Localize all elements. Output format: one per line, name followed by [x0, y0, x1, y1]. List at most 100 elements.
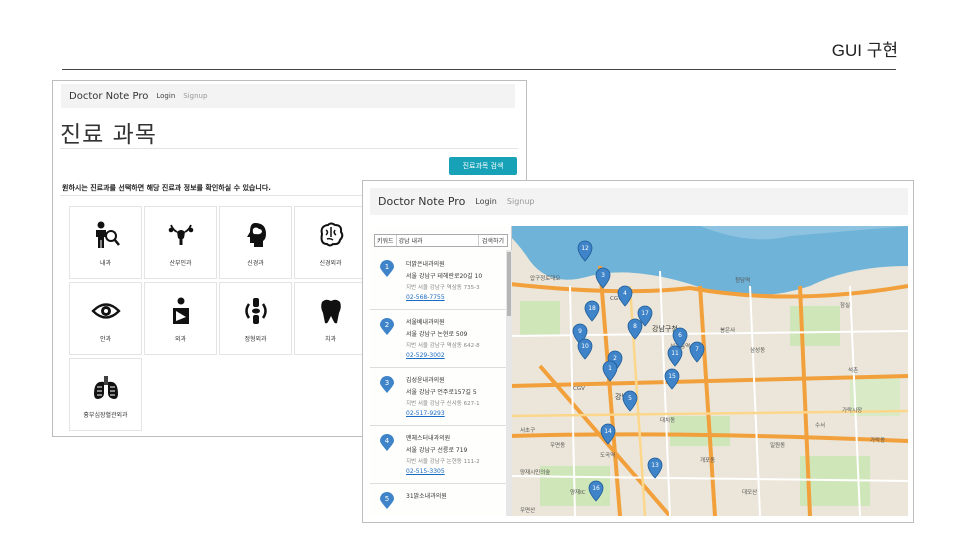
map-pin-marker[interactable]: 7	[689, 341, 705, 363]
map-view[interactable]: CGV 강남구청 선정릉역 CGV 강남구 청담역 압구정로데오 봉은사 대치동…	[370, 226, 908, 516]
page-title: 진료 과목	[60, 122, 157, 148]
svg-text:2: 2	[613, 355, 617, 362]
map-pin-icon: 2	[380, 318, 394, 335]
map-pin-icon: 1	[380, 260, 394, 277]
divider	[60, 148, 518, 149]
list-item[interactable]: 1 더맑은내과의원 서울 강남구 테헤란로20길 10 지번 서울 강남구 역삼…	[370, 252, 506, 310]
clinic-name: 31맑소내과의원	[406, 493, 447, 500]
brand-link[interactable]: Doctor Note Pro	[378, 195, 465, 208]
clinic-phone[interactable]: 02-517-9293	[406, 410, 445, 417]
department-card-thoracic[interactable]: 흉부심장혈관외과	[69, 358, 142, 431]
svg-text:11: 11	[671, 350, 679, 357]
svg-text:16: 16	[592, 485, 600, 492]
svg-text:13: 13	[651, 462, 659, 469]
map-pin-marker[interactable]: 14	[600, 423, 616, 445]
clinic-phone[interactable]: 02-568-7755	[406, 294, 445, 301]
map-pin-icon: 3	[380, 376, 394, 393]
map-pin-marker[interactable]: 5	[622, 390, 638, 412]
navbar: Doctor Note Pro Login Signup	[370, 188, 908, 215]
search-result-panel: 키워드 강남 내과 검색하기 1 더맑은내과의원 서울 강남구 테헤란로20길 …	[370, 226, 512, 516]
scrollbar-thumb[interactable]	[507, 252, 511, 316]
clinic-jibun-address: 지번 서울 강남구 역삼동 735-3	[406, 285, 480, 291]
department-label: 안과	[99, 336, 112, 343]
department-search-button[interactable]: 진료과목 검색	[449, 157, 517, 175]
department-label: 신경외과	[319, 260, 342, 267]
map-pin-marker[interactable]: 13	[647, 457, 663, 479]
department-card-neurology[interactable]: 신경과	[219, 206, 292, 279]
clinic-address: 서울 강남구 언주로157길 5	[406, 389, 477, 396]
svg-text:18: 18	[588, 305, 596, 312]
clinic-jibun-address: 지번 서울 강남구 신사동 627-1	[406, 401, 480, 407]
list-item[interactable]: 2 서울베내과의원 서울 강남구 논현로 509 지번 서울 강남구 역삼동 6…	[370, 310, 506, 368]
department-label: 내과	[99, 260, 112, 267]
department-card-neurosurgery[interactable]: 신경외과	[294, 206, 367, 279]
login-link[interactable]: Login	[156, 92, 175, 100]
svg-text:10: 10	[581, 343, 589, 350]
search-button[interactable]: 검색하기	[477, 235, 507, 246]
keyword-search-bar: 키워드 강남 내과 검색하기	[374, 234, 508, 247]
slide-title: GUI 구현	[831, 41, 898, 60]
clinic-address: 서울 강남구 논현로 509	[406, 331, 468, 338]
department-card-orthopedics[interactable]: 정형외과	[219, 282, 292, 355]
map-pin-marker[interactable]: 1	[602, 360, 618, 382]
signup-link[interactable]: Signup	[507, 197, 535, 206]
svg-text:8: 8	[633, 323, 637, 330]
svg-text:5: 5	[385, 495, 389, 503]
injured-arm-icon	[172, 297, 189, 324]
keyword-label: 키워드	[375, 235, 397, 246]
clinic-name: 맨체스터내과의원	[406, 435, 451, 442]
list-item[interactable]: 4 맨체스터내과의원 서울 강남구 선릉로 719 지번 서울 강남구 논현동 …	[370, 426, 506, 484]
map-pin-marker[interactable]: 16	[588, 480, 604, 502]
svg-text:3: 3	[385, 379, 389, 387]
clinic-address: 서울 강남구 선릉로 719	[406, 447, 468, 454]
department-label: 외과	[174, 336, 187, 343]
svg-text:4: 4	[623, 290, 627, 297]
clinic-name: 서울베내과의원	[406, 319, 445, 326]
map-pin-icon: 5	[380, 492, 394, 509]
signup-link[interactable]: Signup	[183, 92, 207, 100]
svg-text:5: 5	[628, 395, 632, 402]
department-card-dentistry[interactable]: 치과	[294, 282, 367, 355]
eye-icon	[90, 303, 121, 319]
brand-link[interactable]: Doctor Note Pro	[69, 91, 148, 102]
department-card-ophthalmology[interactable]: 안과	[69, 282, 142, 355]
keyword-input[interactable]: 강남 내과	[397, 235, 478, 246]
head-brain-icon	[246, 223, 266, 247]
map-pin-marker[interactable]: 10	[577, 338, 593, 360]
map-pin-marker[interactable]: 15	[664, 368, 680, 390]
slide: GUI 구현 Doctor Note Pro Login Signup 진료 과…	[0, 0, 960, 540]
department-label: 치과	[324, 336, 337, 343]
brain-icon	[320, 222, 343, 247]
clinic-jibun-address: 지번 서울 강남구 역삼동 642-8	[406, 343, 480, 349]
svg-text:7: 7	[695, 346, 699, 353]
svg-text:6: 6	[678, 332, 682, 339]
tooth-icon	[320, 299, 341, 324]
list-item[interactable]: 3 김성윤내과의원 서울 강남구 언주로157길 5 지번 서울 강남구 신사동…	[370, 368, 506, 426]
department-card-internal[interactable]: 내과	[69, 206, 142, 279]
clinic-name: 김성윤내과의원	[406, 377, 445, 384]
clinic-name: 더맑은내과의원	[406, 261, 445, 268]
department-label: 정형외과	[244, 336, 267, 343]
map-pin-marker[interactable]: 3	[595, 267, 611, 289]
map-pin-marker[interactable]: 4	[617, 285, 633, 307]
svg-text:4: 4	[385, 437, 390, 445]
map-pin-marker[interactable]: 6	[672, 327, 688, 349]
map-pin-marker[interactable]: 11	[667, 345, 683, 367]
title-rule	[62, 69, 896, 70]
login-link[interactable]: Login	[475, 197, 497, 206]
map-pin-marker[interactable]: 8	[627, 318, 643, 340]
list-item[interactable]: 5 31맑소내과의원	[370, 484, 506, 516]
department-card-surgery[interactable]: 외과	[144, 282, 217, 355]
svg-text:1: 1	[608, 365, 612, 372]
clinic-phone[interactable]: 02-515-3305	[406, 468, 445, 475]
clinic-phone[interactable]: 02-529-3002	[406, 352, 445, 359]
scrollbar[interactable]	[506, 250, 512, 516]
bone-joint-icon	[244, 298, 267, 324]
uterus-icon	[168, 224, 193, 245]
map-pin-marker[interactable]: 12	[577, 240, 593, 262]
department-label: 흉부심장혈관외과	[83, 412, 128, 419]
map-pin-icon: 4	[380, 434, 394, 451]
svg-text:17: 17	[641, 310, 649, 317]
department-card-obgyn[interactable]: 산부인과	[144, 206, 217, 279]
map-pin-marker[interactable]: 18	[584, 300, 600, 322]
